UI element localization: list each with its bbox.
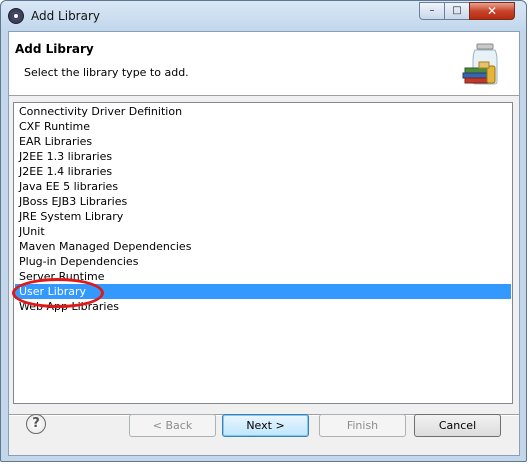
title-bar[interactable]: Add Library – □ ✕ bbox=[1, 1, 526, 31]
window-title: Add Library bbox=[31, 9, 101, 23]
list-item[interactable]: J2EE 1.3 libraries bbox=[15, 149, 511, 164]
list-item[interactable]: Connectivity Driver Definition bbox=[15, 104, 511, 119]
library-jar-books-icon bbox=[462, 43, 498, 85]
list-item[interactable]: Java EE 5 libraries bbox=[15, 179, 511, 194]
eclipse-icon bbox=[8, 8, 24, 24]
list-item[interactable]: EAR Libraries bbox=[15, 134, 511, 149]
minimize-button[interactable]: – bbox=[419, 2, 445, 20]
list-item[interactable]: Maven Managed Dependencies bbox=[15, 239, 511, 254]
finish-button[interactable]: Finish bbox=[319, 414, 406, 437]
list-item[interactable]: Plug-in Dependencies bbox=[15, 254, 511, 269]
cancel-button[interactable]: Cancel bbox=[414, 414, 501, 437]
close-button[interactable]: ✕ bbox=[469, 2, 515, 20]
list-item[interactable]: JBoss EJB3 Libraries bbox=[15, 194, 511, 209]
list-item[interactable]: JUnit bbox=[15, 224, 511, 239]
library-type-list[interactable]: Connectivity Driver Definition CXF Runti… bbox=[12, 102, 513, 404]
dialog-client-area: Add Library Select the library type to a… bbox=[8, 31, 520, 456]
red-highlight-ring bbox=[12, 278, 104, 308]
back-button[interactable]: < Back bbox=[129, 414, 216, 437]
page-title: Add Library bbox=[15, 42, 94, 56]
help-icon[interactable]: ? bbox=[26, 414, 46, 434]
list-item[interactable]: JRE System Library bbox=[15, 209, 511, 224]
dialog-window: Add Library – □ ✕ Add Library Select the… bbox=[0, 0, 527, 462]
list-item[interactable]: J2EE 1.4 libraries bbox=[15, 164, 511, 179]
page-description: Select the library type to add. bbox=[24, 66, 189, 79]
maximize-button[interactable]: □ bbox=[444, 2, 470, 20]
next-button[interactable]: Next > bbox=[222, 414, 309, 437]
list-item[interactable]: CXF Runtime bbox=[15, 119, 511, 134]
wizard-header: Add Library Select the library type to a… bbox=[9, 32, 519, 96]
